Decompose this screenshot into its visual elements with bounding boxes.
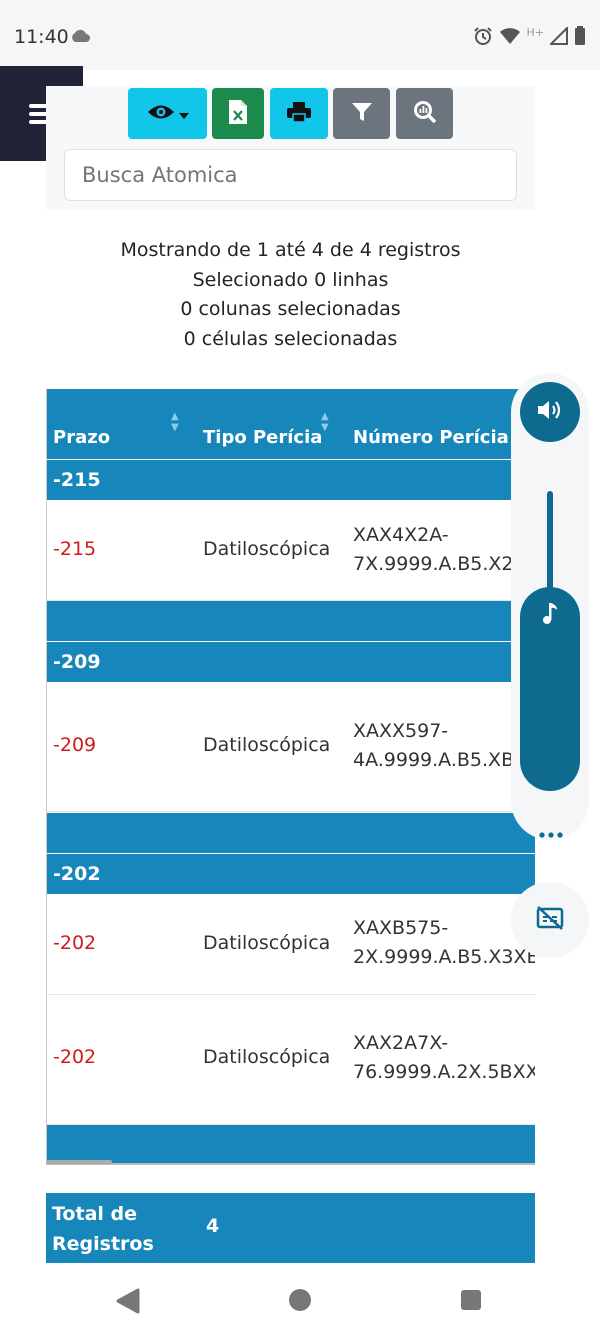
showing-records-text: Mostrando de 1 até 4 de 4 registros bbox=[120, 239, 461, 261]
cell-tipo: Datiloscópica bbox=[203, 932, 331, 954]
recents-icon[interactable] bbox=[460, 1289, 482, 1315]
cell-prazo: -202 bbox=[53, 932, 97, 954]
cell-numero-line1: XAX2A7X- bbox=[353, 1032, 449, 1054]
cell-numero: XAX4X2A- 7X.9999.A.B5.X25 bbox=[353, 521, 535, 579]
header-tipo-pericia[interactable]: Tipo Perícia bbox=[203, 427, 322, 448]
column-visibility-button[interactable] bbox=[128, 88, 207, 139]
cell-tipo: Datiloscópica bbox=[203, 538, 331, 560]
table-row[interactable]: -215 Datiloscópica XAX4X2A- 7X.9999.A.B5… bbox=[47, 500, 535, 601]
header-numero-pericia[interactable]: Número Perícia bbox=[353, 427, 509, 448]
cell-numero-line1: XAX4X2A- bbox=[353, 524, 449, 546]
cloud-icon bbox=[70, 28, 90, 47]
sort-icon[interactable]: ▲ ▼ bbox=[321, 411, 329, 433]
cell-numero: XAXB575- 2X.9999.A.B5.X3XB bbox=[353, 914, 535, 972]
home-icon[interactable] bbox=[288, 1288, 312, 1316]
cell-numero-line2: 4A.9999.A.B5.XB9 bbox=[353, 749, 527, 771]
group-header[interactable]: -215 bbox=[47, 460, 535, 500]
back-icon[interactable] bbox=[116, 1288, 140, 1318]
table-row[interactable]: -209 Datiloscópica XAXX597- 4A.9999.A.B5… bbox=[47, 682, 535, 812]
filter-button[interactable] bbox=[333, 88, 390, 139]
wifi-icon bbox=[499, 27, 521, 49]
captions-off-icon bbox=[535, 905, 565, 935]
cell-tipo: Datiloscópica bbox=[203, 1046, 331, 1068]
table-horizontal-scrollbar[interactable] bbox=[46, 1160, 112, 1164]
cell-numero-line2: 76.9999.A.2X.5BXX bbox=[353, 1061, 535, 1083]
selected-cells-text: 0 células selecionadas bbox=[183, 327, 398, 350]
cell-prazo: -215 bbox=[53, 538, 97, 560]
group-header[interactable]: -209 bbox=[47, 642, 535, 682]
filter-icon bbox=[351, 101, 373, 127]
group-footer bbox=[47, 601, 535, 641]
eye-icon bbox=[147, 103, 175, 125]
search-input[interactable] bbox=[64, 149, 517, 201]
network-type-label: H+ bbox=[526, 25, 545, 39]
more-options-icon[interactable] bbox=[539, 823, 563, 842]
speaker-icon bbox=[536, 398, 564, 426]
cell-numero-line1: XAXX597- bbox=[353, 720, 449, 742]
cell-tipo: Datiloscópica bbox=[203, 734, 331, 756]
table-info: Mostrando de 1 até 4 de 4 registros Sele… bbox=[46, 236, 535, 354]
cell-numero-line2: 7X.9999.A.B5.X25 bbox=[353, 553, 526, 575]
search-chart-icon bbox=[413, 100, 437, 128]
sort-icon[interactable]: ▲ ▼ bbox=[171, 411, 179, 433]
cell-prazo: -202 bbox=[53, 1046, 97, 1068]
totals-bar: Total de Registros 4 bbox=[46, 1193, 535, 1263]
speaker-button[interactable] bbox=[520, 382, 580, 442]
selected-rows-text: Selecionado 0 linhas bbox=[192, 268, 389, 291]
captions-button[interactable] bbox=[511, 882, 589, 958]
media-volume-slider[interactable] bbox=[520, 587, 580, 791]
volume-panel bbox=[511, 373, 589, 840]
total-records-value: 4 bbox=[206, 1215, 220, 1237]
signal-icon bbox=[548, 25, 568, 49]
status-time: 11:40 bbox=[14, 26, 69, 48]
group-header[interactable]: -202 bbox=[47, 854, 535, 894]
system-nav-bar bbox=[0, 1266, 600, 1333]
printer-icon bbox=[286, 101, 312, 127]
table-row[interactable]: -202 Datiloscópica XAXB575- 2X.9999.A.B5… bbox=[47, 894, 535, 995]
advanced-search-button[interactable] bbox=[396, 88, 453, 139]
group-footer bbox=[47, 813, 535, 853]
volume-track[interactable] bbox=[547, 491, 553, 601]
table-header: Prazo ▲ ▼ Tipo Perícia ▲ ▼ Número Perícia bbox=[47, 389, 535, 459]
cell-numero-line2: 2X.9999.A.B5.X3XB bbox=[353, 946, 535, 968]
status-bar: 11:40 H+ bbox=[0, 0, 600, 70]
cell-numero: XAX2A7X- 76.9999.A.2X.5BXX bbox=[353, 1029, 535, 1087]
export-excel-button[interactable] bbox=[212, 88, 264, 139]
selected-columns-text: 0 colunas selecionadas bbox=[180, 298, 401, 320]
cell-prazo: -209 bbox=[53, 734, 97, 756]
table-row[interactable]: -202 Datiloscópica XAX2A7X- 76.9999.A.2X… bbox=[47, 995, 535, 1125]
cell-numero-line1: XAXB575- bbox=[353, 917, 449, 939]
header-prazo[interactable]: Prazo bbox=[53, 427, 110, 448]
battery-icon bbox=[574, 26, 586, 50]
excel-file-icon bbox=[228, 99, 248, 129]
caret-down-icon bbox=[178, 104, 189, 123]
music-note-icon bbox=[540, 601, 560, 629]
cell-numero: XAXX597- 4A.9999.A.B5.XB9 bbox=[353, 717, 535, 775]
total-records-label: Total de Registros bbox=[52, 1203, 154, 1255]
alarm-icon bbox=[473, 26, 493, 50]
group-footer bbox=[47, 1125, 535, 1163]
print-button[interactable] bbox=[270, 88, 328, 139]
data-table: Prazo ▲ ▼ Tipo Perícia ▲ ▼ Número Perícia … bbox=[46, 389, 535, 1165]
